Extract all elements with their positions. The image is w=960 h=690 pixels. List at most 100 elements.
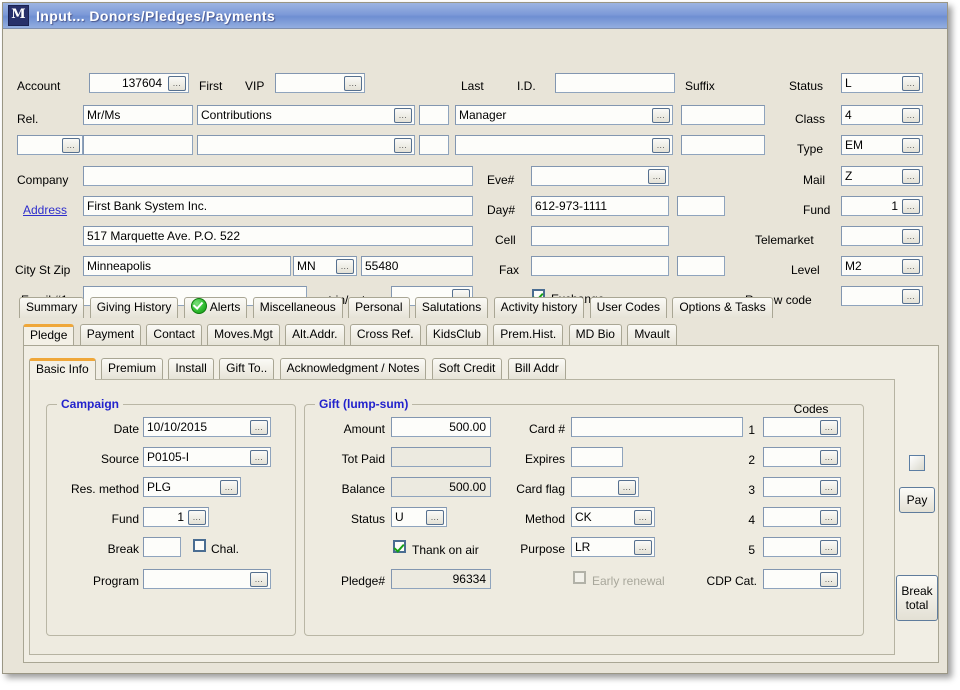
card-flag-field[interactable] xyxy=(571,477,639,497)
code-4-field[interactable] xyxy=(763,507,841,527)
eve-num-field[interactable] xyxy=(531,166,669,186)
fund-field[interactable]: 1 xyxy=(841,196,923,216)
tab-personal[interactable]: Personal xyxy=(348,297,409,318)
rel-first-browse-button[interactable] xyxy=(394,138,412,153)
middle-name-field[interactable] xyxy=(419,105,449,125)
telemarket-field[interactable] xyxy=(841,226,923,246)
fax-field[interactable] xyxy=(531,256,669,276)
tab-cross-ref[interactable]: Cross Ref. xyxy=(350,324,421,345)
amount-field[interactable]: 500.00 xyxy=(391,417,491,437)
code-1-browse-button[interactable] xyxy=(820,420,838,435)
address-link[interactable]: Address xyxy=(23,201,67,219)
fund-browse-button[interactable] xyxy=(902,199,920,214)
tab-salutations[interactable]: Salutations xyxy=(415,297,488,318)
gift-status-browse-button[interactable] xyxy=(426,510,444,525)
campaign-date-field[interactable]: 10/10/2015 xyxy=(143,417,271,437)
fax-ext-field[interactable] xyxy=(677,256,725,276)
tab-activity-history[interactable]: Activity history xyxy=(494,297,585,318)
campaign-fund-field[interactable]: 1 xyxy=(143,507,209,527)
mail-browse-button[interactable] xyxy=(902,169,920,184)
company-field[interactable] xyxy=(83,166,473,186)
tab-payment[interactable]: Payment xyxy=(80,324,141,345)
tab-alt-addr[interactable]: Alt.Addr. xyxy=(285,324,344,345)
tab-prem-hist[interactable]: Prem.Hist. xyxy=(493,324,563,345)
type-field[interactable]: EM xyxy=(841,135,923,155)
last-name-field[interactable]: Manager xyxy=(455,105,673,125)
expires-field[interactable] xyxy=(571,447,623,467)
rel-last-name-field[interactable] xyxy=(455,135,673,155)
tab-kidsclub[interactable]: KidsClub xyxy=(426,324,488,345)
code-3-browse-button[interactable] xyxy=(820,480,838,495)
suffix-field[interactable] xyxy=(681,105,765,125)
tab-md-bio[interactable]: MD Bio xyxy=(569,324,622,345)
rel-field[interactable] xyxy=(17,135,83,155)
chal-checkbox[interactable] xyxy=(193,539,206,552)
code-1-field[interactable] xyxy=(763,417,841,437)
program-field[interactable] xyxy=(143,569,271,589)
campaign-date-browse-button[interactable] xyxy=(250,420,268,435)
account-browse-button[interactable] xyxy=(168,76,186,91)
first-name-browse-button[interactable] xyxy=(394,108,412,123)
tab-install[interactable]: Install xyxy=(168,358,213,379)
status-browse-button[interactable] xyxy=(902,76,920,91)
cdp-cat-browse-button[interactable] xyxy=(820,572,838,587)
campaign-source-browse-button[interactable] xyxy=(250,450,268,465)
day-ext-field[interactable] xyxy=(677,196,725,216)
eve-num-browse-button[interactable] xyxy=(648,169,666,184)
card-num-field[interactable] xyxy=(571,417,743,437)
tab-alerts[interactable]: Alerts xyxy=(184,297,248,318)
gift-status-field[interactable]: U xyxy=(391,507,447,527)
code-2-field[interactable] xyxy=(763,447,841,467)
res-method-field[interactable]: PLG xyxy=(143,477,241,497)
tab-pledge[interactable]: Pledge xyxy=(23,324,74,346)
campaign-break-field[interactable] xyxy=(143,537,181,557)
vip-field[interactable] xyxy=(275,73,365,93)
side-checkbox[interactable] xyxy=(909,455,925,471)
code-3-field[interactable] xyxy=(763,477,841,497)
cdp-cat-field[interactable] xyxy=(763,569,841,589)
campaign-fund-browse-button[interactable] xyxy=(188,510,206,525)
mail-field[interactable]: Z xyxy=(841,166,923,186)
level-browse-button[interactable] xyxy=(902,259,920,274)
break-total-button[interactable]: Break total xyxy=(896,575,938,621)
class-field[interactable]: 4 xyxy=(841,105,923,125)
purpose-browse-button[interactable] xyxy=(634,540,652,555)
rel-middle-field[interactable] xyxy=(419,135,449,155)
vip-browse-button[interactable] xyxy=(344,76,362,91)
thank-on-air-checkbox[interactable] xyxy=(393,540,406,553)
tab-soft-credit[interactable]: Soft Credit xyxy=(432,358,503,379)
tab-miscellaneous[interactable]: Miscellaneous xyxy=(253,297,343,318)
class-browse-button[interactable] xyxy=(902,108,920,123)
program-browse-button[interactable] xyxy=(250,572,268,587)
tab-bill-addr[interactable]: Bill Addr xyxy=(508,358,566,379)
code-5-field[interactable] xyxy=(763,537,841,557)
account-field[interactable]: 137604 xyxy=(89,73,189,93)
telemarket-browse-button[interactable] xyxy=(902,229,920,244)
tab-basic-info[interactable]: Basic Info xyxy=(29,358,96,380)
state-field[interactable]: MN xyxy=(293,256,357,276)
title-prefix-field[interactable]: Mr/Ms xyxy=(83,105,193,125)
card-flag-browse-button[interactable] xyxy=(618,480,636,495)
tab-premium[interactable]: Premium xyxy=(101,358,163,379)
tab-acknowledgment-notes[interactable]: Acknowledgment / Notes xyxy=(280,358,427,379)
code-2-browse-button[interactable] xyxy=(820,450,838,465)
rel-suffix-field[interactable] xyxy=(681,135,765,155)
id-field[interactable] xyxy=(555,73,675,93)
tab-giving-history[interactable]: Giving History xyxy=(90,297,179,318)
code-5-browse-button[interactable] xyxy=(820,540,838,555)
code-4-browse-button[interactable] xyxy=(820,510,838,525)
day-num-field[interactable]: 612-973-1111 xyxy=(531,196,669,216)
purpose-field[interactable]: LR xyxy=(571,537,655,557)
tab-summary[interactable]: Summary xyxy=(19,297,84,318)
method-field[interactable]: CK xyxy=(571,507,655,527)
first-name-field[interactable]: Contributions xyxy=(197,105,415,125)
tab-contact[interactable]: Contact xyxy=(146,324,201,345)
rel-first-name-field[interactable] xyxy=(197,135,415,155)
tab-options-tasks[interactable]: Options & Tasks xyxy=(672,297,772,318)
tab-moves-mgt[interactable]: Moves.Mgt xyxy=(207,324,280,345)
rel-browse-button[interactable] xyxy=(62,138,80,153)
res-method-browse-button[interactable] xyxy=(220,480,238,495)
last-name-browse-button[interactable] xyxy=(652,108,670,123)
zip-field[interactable]: 55480 xyxy=(361,256,473,276)
address1-field[interactable]: First Bank System Inc. xyxy=(83,196,473,216)
